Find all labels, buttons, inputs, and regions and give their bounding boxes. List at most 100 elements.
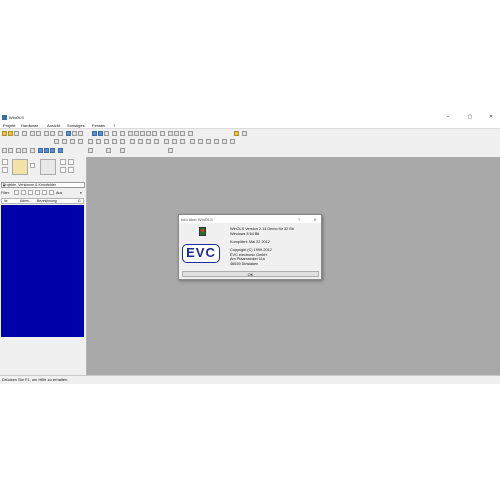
arrow-left-icon[interactable] — [128, 131, 133, 136]
tool-icon[interactable] — [168, 131, 173, 136]
new-icon[interactable] — [2, 131, 7, 136]
tool-icon[interactable] — [44, 148, 49, 153]
tool-icon[interactable] — [60, 167, 66, 173]
tool-icon[interactable] — [112, 139, 117, 144]
tool-icon[interactable] — [154, 139, 159, 144]
tool-icon[interactable] — [2, 167, 8, 173]
tool-icon[interactable] — [164, 139, 169, 144]
minimize-button[interactable]: – — [442, 114, 454, 121]
tool-icon[interactable] — [8, 148, 13, 153]
tool-icon[interactable] — [78, 139, 83, 144]
chevron-down-icon[interactable] — [88, 148, 93, 153]
print-icon[interactable] — [22, 131, 27, 136]
tool-icon[interactable] — [180, 139, 185, 144]
help-icon[interactable] — [242, 131, 247, 136]
tool-icon[interactable] — [44, 131, 49, 136]
ok-button[interactable]: OK — [182, 271, 319, 277]
tool-icon[interactable] — [54, 139, 59, 144]
tool-icon[interactable] — [146, 131, 151, 136]
tool-icon[interactable] — [2, 159, 8, 165]
column-g[interactable]: G — [78, 199, 81, 204]
tool-icon[interactable] — [22, 148, 27, 153]
home-icon[interactable] — [140, 131, 145, 136]
tool-icon[interactable] — [50, 131, 55, 136]
column-address[interactable]: Adres... — [20, 199, 32, 204]
chevron-down-icon[interactable] — [168, 148, 173, 153]
tool-icon[interactable] — [230, 139, 235, 144]
tool-icon[interactable] — [180, 131, 185, 136]
tool-icon[interactable] — [104, 139, 109, 144]
tool-icon[interactable] — [222, 139, 227, 144]
arrow-right-icon[interactable] — [134, 131, 139, 136]
tool-icon[interactable] — [2, 148, 7, 153]
tool-icon[interactable] — [104, 131, 109, 136]
tool-icon[interactable] — [16, 148, 21, 153]
open-icon[interactable] — [8, 131, 13, 136]
tool-icon[interactable] — [68, 159, 74, 165]
tool-icon[interactable] — [30, 148, 35, 153]
tool-icon[interactable] — [188, 131, 193, 136]
arrow-left-icon[interactable] — [58, 131, 63, 136]
tool-icon[interactable] — [120, 139, 125, 144]
tool-icon[interactable] — [214, 139, 219, 144]
tool-icon[interactable] — [206, 139, 211, 144]
arrow-right-icon[interactable] — [78, 131, 83, 136]
tool-icon[interactable] — [68, 167, 74, 173]
chevron-down-icon[interactable] — [106, 148, 111, 153]
arrow-right-icon[interactable] — [72, 131, 77, 136]
view-combo[interactable]: Projekte, Versionen & Kennfelder ▾ — [1, 182, 85, 188]
tool-icon[interactable] — [92, 131, 97, 136]
tool-icon[interactable] — [96, 139, 101, 144]
tool-icon[interactable] — [88, 139, 93, 144]
save-icon[interactable] — [14, 131, 19, 136]
chevron-down-icon[interactable] — [30, 163, 35, 168]
tool-icon[interactable] — [190, 139, 195, 144]
tool-icon[interactable] — [60, 159, 66, 165]
tool-icon[interactable] — [112, 131, 117, 136]
tool-icon[interactable] — [66, 131, 71, 136]
tool-icon[interactable] — [146, 139, 151, 144]
filter-value[interactable]: Aus — [56, 190, 62, 196]
menu-hardware[interactable]: Hardware — [21, 123, 38, 128]
folder-open-icon[interactable] — [12, 159, 28, 175]
tool-icon[interactable] — [198, 139, 203, 144]
close-button[interactable]: ✕ — [485, 114, 497, 121]
chevron-down-icon[interactable] — [120, 148, 125, 153]
column-nr[interactable]: Nr — [4, 199, 8, 204]
tool-icon[interactable] — [36, 131, 41, 136]
tool-icon[interactable] — [40, 159, 56, 175]
tool-icon[interactable] — [14, 190, 19, 195]
tool-icon[interactable] — [152, 131, 157, 136]
chevron-down-icon[interactable]: ▾ — [80, 190, 82, 196]
map-list[interactable] — [1, 205, 84, 337]
tool-icon[interactable] — [130, 139, 135, 144]
tool-icon[interactable] — [38, 148, 43, 153]
maximize-button[interactable]: ▢ — [464, 114, 476, 121]
tool-icon[interactable] — [70, 139, 75, 144]
tool-icon[interactable] — [98, 131, 103, 136]
search-icon[interactable] — [49, 190, 54, 195]
tool-icon[interactable] — [35, 190, 40, 195]
dialog-close-button[interactable]: ✕ — [311, 217, 319, 223]
menu-fenster[interactable]: Fenster — [92, 123, 106, 128]
tool-icon[interactable] — [21, 190, 26, 195]
tool-icon[interactable] — [42, 190, 47, 195]
tool-icon[interactable] — [120, 131, 125, 136]
column-description[interactable]: Bezeichnung — [37, 199, 57, 204]
menu-sonstiges[interactable]: Sonstiges — [67, 123, 85, 128]
compiled-text: Kompiliert: Mai 22 2012 — [230, 240, 270, 244]
tool-icon[interactable] — [160, 131, 165, 136]
tool-icon[interactable] — [138, 139, 143, 144]
tool-icon[interactable] — [50, 148, 55, 153]
tool-icon[interactable] — [30, 131, 35, 136]
tool-icon[interactable] — [172, 139, 177, 144]
tool-icon[interactable] — [58, 148, 63, 153]
tool-icon[interactable] — [28, 190, 33, 195]
menu-projekt[interactable]: Projekt — [3, 123, 15, 128]
menu-help[interactable]: ? — [113, 123, 115, 128]
tool-icon[interactable] — [174, 131, 179, 136]
menu-ansicht[interactable]: Ansicht — [47, 123, 60, 128]
bulb-icon[interactable] — [234, 131, 239, 136]
dialog-help-button[interactable]: ? — [295, 217, 303, 223]
tool-icon[interactable] — [62, 139, 67, 144]
